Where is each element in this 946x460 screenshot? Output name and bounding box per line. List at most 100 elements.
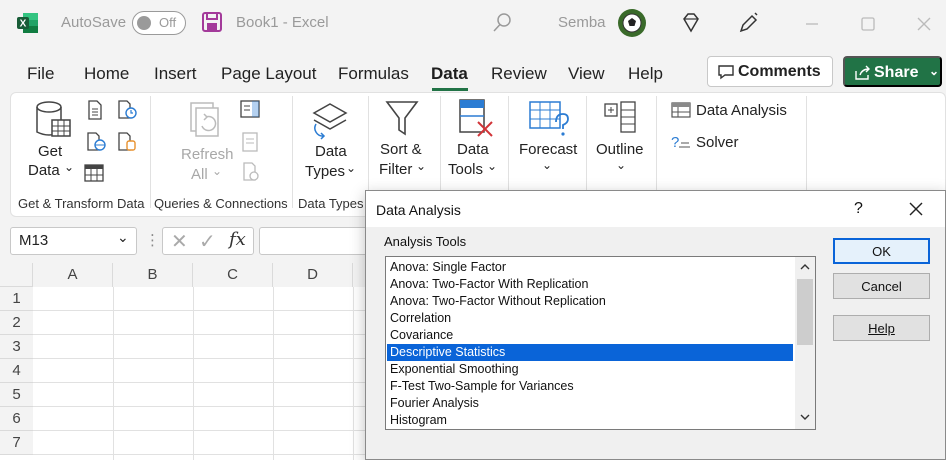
search-icon[interactable] bbox=[491, 12, 513, 34]
comments-button[interactable]: Comments bbox=[707, 56, 833, 87]
insert-function-icon[interactable]: fx bbox=[229, 229, 246, 250]
recent-sources-icon[interactable] bbox=[116, 100, 138, 120]
from-table-icon[interactable] bbox=[84, 164, 104, 182]
autosave-toggle[interactable]: Off bbox=[132, 11, 186, 35]
scroll-thumb[interactable] bbox=[797, 279, 813, 345]
dialog-help-icon[interactable]: ? bbox=[854, 200, 863, 218]
row-header-6[interactable]: 6 bbox=[0, 407, 33, 431]
get-data-label-1[interactable]: Get bbox=[38, 143, 62, 160]
name-box-chevron-icon[interactable]: ⌄ bbox=[117, 229, 129, 246]
comments-label: Comments bbox=[738, 63, 821, 80]
dialog-close-icon[interactable] bbox=[906, 199, 926, 219]
document-title: Book1 - Excel bbox=[236, 14, 329, 31]
tab-formulas[interactable]: Formulas bbox=[338, 64, 409, 84]
row-header-2[interactable]: 2 bbox=[0, 311, 33, 335]
solver-button[interactable]: Solver bbox=[696, 134, 739, 151]
tab-review[interactable]: Review bbox=[491, 64, 547, 84]
tab-page-layout[interactable]: Page Layout bbox=[221, 64, 316, 84]
row-header-1[interactable]: 1 bbox=[0, 287, 33, 311]
outline-label[interactable]: Outline bbox=[596, 141, 644, 158]
share-chevron-icon[interactable]: ⌄ bbox=[929, 64, 939, 78]
diamond-icon[interactable] bbox=[680, 12, 702, 34]
dialog-title: Data Analysis bbox=[376, 202, 461, 218]
scroll-down-icon[interactable] bbox=[799, 411, 811, 423]
minimize-icon[interactable] bbox=[800, 12, 824, 36]
avatar[interactable] bbox=[617, 8, 647, 38]
list-item[interactable]: Histogram bbox=[387, 412, 793, 429]
get-data-label-2[interactable]: Data bbox=[28, 162, 60, 179]
refresh-all-label-2: All bbox=[191, 166, 208, 183]
formula-input[interactable] bbox=[259, 227, 379, 255]
list-item[interactable]: F-Test Two-Sample for Variances bbox=[387, 378, 793, 395]
column-header-b[interactable]: B bbox=[113, 263, 193, 287]
row-header-3[interactable]: 3 bbox=[0, 335, 33, 359]
formula-controls: ✕ ✓ fx bbox=[162, 227, 254, 255]
group-queries: Queries & Connections bbox=[154, 196, 288, 211]
properties-icon bbox=[242, 132, 258, 152]
forecast-chevron-icon[interactable]: ⌄ bbox=[542, 158, 552, 172]
close-window-icon[interactable] bbox=[912, 12, 936, 36]
gridline bbox=[33, 382, 380, 383]
sort-filter-label-1[interactable]: Sort & bbox=[380, 141, 422, 158]
column-header-d[interactable]: D bbox=[273, 263, 353, 287]
name-box[interactable]: M13 ⌄ bbox=[10, 227, 137, 255]
forecast-label[interactable]: Forecast bbox=[519, 141, 577, 158]
confirm-entry-icon[interactable]: ✓ bbox=[199, 229, 216, 254]
from-text-icon[interactable] bbox=[85, 100, 105, 120]
select-all-corner[interactable] bbox=[0, 263, 33, 287]
data-tools-label-1[interactable]: Data bbox=[457, 141, 489, 158]
column-header-a[interactable]: A bbox=[33, 263, 113, 287]
tab-view[interactable]: View bbox=[568, 64, 605, 84]
cancel-button[interactable]: Cancel bbox=[833, 273, 930, 299]
list-item[interactable]: Anova: Single Factor bbox=[387, 259, 793, 276]
data-types-label-1[interactable]: Data bbox=[315, 143, 347, 160]
sort-filter-label-2[interactable]: Filter bbox=[379, 161, 412, 178]
row-header-5[interactable]: 5 bbox=[0, 383, 33, 407]
data-analysis-icon bbox=[671, 102, 691, 118]
tab-data[interactable]: Data bbox=[431, 64, 468, 84]
gridline bbox=[33, 334, 380, 335]
tab-file[interactable]: File bbox=[27, 64, 54, 84]
gridline bbox=[33, 454, 380, 455]
cancel-entry-icon[interactable]: ✕ bbox=[171, 229, 188, 254]
tab-help[interactable]: Help bbox=[628, 64, 663, 84]
analysis-tools-label: Analysis Tools bbox=[384, 234, 467, 249]
share-button[interactable]: Share ⌄ bbox=[843, 56, 942, 87]
tab-insert[interactable]: Insert bbox=[154, 64, 197, 84]
data-types-label-2[interactable]: Types bbox=[305, 163, 345, 180]
row-header-4[interactable]: 4 bbox=[0, 359, 33, 383]
list-item[interactable]: Correlation bbox=[387, 310, 793, 327]
from-web-icon[interactable] bbox=[85, 132, 107, 152]
data-tools-label-2[interactable]: Tools bbox=[448, 161, 483, 178]
refresh-all-label-1: Refresh bbox=[181, 146, 234, 163]
get-data-chevron-icon[interactable]: ⌄ bbox=[64, 160, 74, 174]
help-button[interactable]: Help bbox=[833, 315, 930, 341]
row-header-7[interactable]: 7 bbox=[0, 431, 33, 455]
queries-connections-icon[interactable] bbox=[240, 100, 260, 118]
data-analysis-button[interactable]: Data Analysis bbox=[696, 102, 787, 119]
data-types-chevron-icon[interactable]: ⌄ bbox=[346, 161, 356, 175]
database-icon bbox=[36, 101, 71, 137]
analysis-tools-list[interactable]: Anova: Single Factor Anova: Two-Factor W… bbox=[385, 256, 816, 430]
tab-home[interactable]: Home bbox=[84, 64, 129, 84]
list-item[interactable]: Fourier Analysis bbox=[387, 395, 793, 412]
pen-icon[interactable] bbox=[737, 11, 761, 35]
share-label: Share bbox=[874, 64, 919, 81]
maximize-icon[interactable] bbox=[856, 12, 880, 36]
list-item[interactable]: Anova: Two-Factor With Replication bbox=[387, 276, 793, 293]
scroll-up-icon[interactable] bbox=[799, 261, 811, 273]
list-item[interactable]: Exponential Smoothing bbox=[387, 361, 793, 378]
list-item[interactable]: Covariance bbox=[387, 327, 793, 344]
save-icon[interactable] bbox=[202, 12, 222, 32]
column-header-c[interactable]: C bbox=[193, 263, 273, 287]
list-scrollbar[interactable] bbox=[795, 257, 815, 429]
data-tools-chevron-icon[interactable]: ⌄ bbox=[487, 159, 497, 173]
outline-chevron-icon[interactable]: ⌄ bbox=[616, 158, 626, 172]
gridline bbox=[273, 287, 274, 460]
existing-connections-icon[interactable] bbox=[116, 132, 138, 152]
list-item-selected[interactable]: Descriptive Statistics bbox=[387, 344, 793, 361]
ok-button[interactable]: OK bbox=[833, 238, 930, 264]
list-item[interactable]: Anova: Two-Factor Without Replication bbox=[387, 293, 793, 310]
dialog-title-bar[interactable]: Data Analysis ? bbox=[366, 191, 945, 227]
sort-filter-chevron-icon[interactable]: ⌄ bbox=[416, 159, 426, 173]
